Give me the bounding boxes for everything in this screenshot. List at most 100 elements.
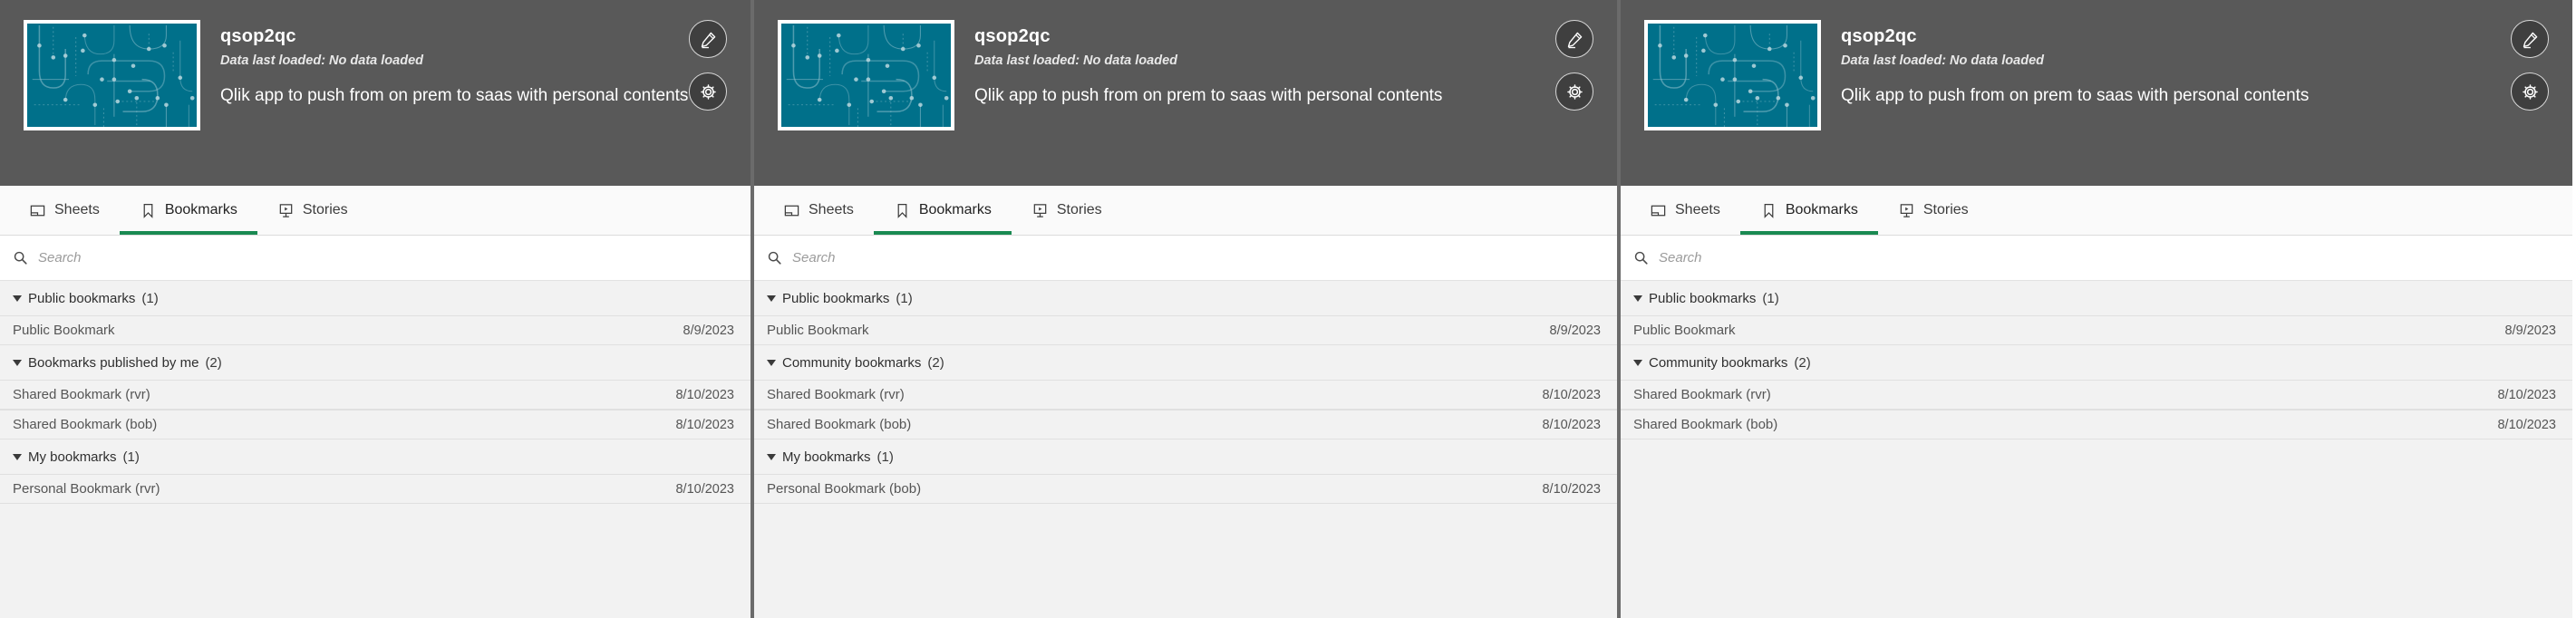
bookmark-group-header[interactable]: Community bookmarks (2) — [754, 345, 1617, 380]
header-actions — [689, 20, 727, 111]
bookmark-name: Personal Bookmark (rvr) — [13, 481, 160, 497]
bookmark-group-title: Community bookmarks — [782, 354, 922, 371]
search-input[interactable] — [792, 250, 1473, 266]
bookmark-date: 8/10/2023 — [675, 417, 734, 432]
bookmark-group-header[interactable]: My bookmarks (1) — [754, 439, 1617, 474]
gear-icon — [700, 83, 716, 100]
bookmark-row[interactable]: Personal Bookmark (bob) 8/10/2023 — [754, 474, 1617, 504]
tab-bookmarks[interactable]: Bookmarks — [873, 186, 1012, 235]
tab-stories[interactable]: Stories — [1878, 186, 1989, 235]
edit-app-button[interactable] — [2511, 20, 2549, 58]
tab-bookmarks[interactable]: Bookmarks — [119, 186, 257, 235]
search-input[interactable] — [38, 250, 629, 266]
edit-app-button[interactable] — [1555, 20, 1593, 58]
tab-label: Stories — [1056, 202, 1102, 217]
tab-stories[interactable]: Stories — [1012, 186, 1122, 235]
tab-underline — [1630, 231, 1740, 235]
app-data-status: Data last loaded: No data loaded — [974, 53, 1177, 68]
search-row — [1621, 236, 2572, 281]
tab-underline — [119, 231, 257, 235]
caret-down-icon — [1633, 295, 1642, 302]
caret-down-icon — [13, 359, 22, 366]
bookmark-name: Shared Bookmark (rvr) — [1633, 387, 1771, 402]
app-options-button[interactable] — [689, 72, 727, 111]
app-options-button[interactable] — [2511, 72, 2549, 111]
tab-bar: Sheets Bookmarks Stories — [754, 186, 1617, 236]
bookmark-row[interactable]: Shared Bookmark (rvr) 8/10/2023 — [0, 380, 751, 410]
tab-sheets[interactable]: Sheets — [9, 186, 120, 235]
caret-down-icon — [13, 295, 22, 302]
three-panel-comparison: qsop2qc Data last loaded: No data loaded Q… — [0, 0, 2576, 618]
search-row — [0, 236, 751, 281]
bookmark-list: Public bookmarks (1) Public Bookmark 8/9/20… — [0, 281, 751, 618]
bookmark-group-header[interactable]: My bookmarks (1) — [0, 439, 751, 474]
bookmark-date: 8/10/2023 — [675, 481, 734, 497]
app-description: Qlik app to push from on prem to saas wi… — [1841, 86, 2310, 105]
bookmark-group-title: Community bookmarks — [1649, 354, 1788, 371]
app-thumbnail[interactable] — [1644, 20, 1821, 130]
bookmark-date: 8/10/2023 — [2497, 417, 2556, 432]
bookmark-list: Public bookmarks (1) Public Bookmark 8/9/20… — [1621, 281, 2572, 618]
bookmark-group-header[interactable]: Public bookmarks (1) — [1621, 281, 2572, 315]
tab-underline — [763, 231, 874, 235]
header-actions — [1555, 20, 1593, 111]
gear-icon — [2522, 83, 2538, 100]
bookmark-group-header[interactable]: Bookmarks published by me (2) — [0, 345, 751, 380]
tab-bar: Sheets Bookmarks Stories — [1621, 186, 2572, 236]
tab-sheets[interactable]: Sheets — [763, 186, 874, 235]
tab-sheets[interactable]: Sheets — [1630, 186, 1740, 235]
search-input[interactable] — [1659, 250, 2410, 266]
bookmark-row[interactable]: Public Bookmark 8/9/2023 — [0, 315, 751, 345]
panel-1: qsop2qc Data last loaded: No data loaded Q… — [0, 0, 751, 618]
bookmark-group-header[interactable]: Community bookmarks (2) — [1621, 345, 2572, 380]
bookmark-name: Shared Bookmark (bob) — [767, 417, 912, 432]
bookmark-row[interactable]: Shared Bookmark (bob) 8/10/2023 — [754, 410, 1617, 439]
bookmark-group-header[interactable]: Public bookmarks (1) — [754, 281, 1617, 315]
bookmark-row[interactable]: Shared Bookmark (rvr) 8/10/2023 — [754, 380, 1617, 410]
tab-underline — [257, 231, 368, 235]
bookmark-row[interactable]: Public Bookmark 8/9/2023 — [754, 315, 1617, 345]
tab-label: Sheets — [1675, 202, 1720, 217]
bookmark-icon — [897, 203, 907, 218]
bookmark-row[interactable]: Shared Bookmark (bob) 8/10/2023 — [0, 410, 751, 439]
bookmark-group-title: Public bookmarks — [782, 290, 890, 306]
caret-down-icon — [767, 359, 776, 366]
app-data-status: Data last loaded: No data loaded — [220, 53, 423, 68]
app-meta: qsop2qc Data last loaded: No data loaded Q… — [220, 20, 751, 108]
app-description: Qlik app to push from on prem to saas wi… — [220, 86, 689, 105]
bookmark-group-count: (1) — [876, 449, 894, 465]
app-title: qsop2qc — [974, 26, 1051, 46]
search-icon — [14, 251, 27, 265]
search-icon — [1634, 251, 1648, 265]
bookmark-group-count: (1) — [122, 449, 140, 465]
caret-down-icon — [767, 295, 776, 302]
bookmark-row[interactable]: Shared Bookmark (bob) 8/10/2023 — [1621, 410, 2572, 439]
bookmark-row[interactable]: Shared Bookmark (rvr) 8/10/2023 — [1621, 380, 2572, 410]
tab-label: Stories — [302, 202, 348, 217]
app-options-button[interactable] — [1555, 72, 1593, 111]
app-thumbnail-artwork — [1648, 24, 1817, 127]
app-thumbnail[interactable] — [778, 20, 954, 130]
gear-icon — [1566, 83, 1583, 100]
bookmark-row[interactable]: Public Bookmark 8/9/2023 — [1621, 315, 2572, 345]
bookmark-row[interactable]: Personal Bookmark (rvr) 8/10/2023 — [0, 474, 751, 504]
bookmark-icon — [143, 203, 153, 218]
tab-bookmarks[interactable]: Bookmarks — [1739, 186, 1878, 235]
search-row — [754, 236, 1617, 281]
pencil-icon — [1567, 32, 1582, 48]
app-header: qsop2qc Data last loaded: No data loaded Q… — [0, 0, 751, 186]
header-actions — [2511, 20, 2549, 111]
app-thumbnail[interactable] — [24, 20, 200, 130]
tab-stories[interactable]: Stories — [257, 186, 368, 235]
story-icon — [1900, 203, 1913, 217]
bookmark-group-title: Bookmarks published by me — [28, 354, 199, 371]
bookmark-group-title: Public bookmarks — [28, 290, 136, 306]
bookmark-group-header[interactable]: Public bookmarks (1) — [0, 281, 751, 315]
edit-app-button[interactable] — [689, 20, 727, 58]
tab-label: Sheets — [54, 202, 100, 217]
panel-2: qsop2qc Data last loaded: No data loaded Q… — [754, 0, 1617, 618]
bookmark-group-count: (1) — [1762, 290, 1779, 306]
bookmark-group-count: (2) — [1794, 354, 1811, 371]
caret-down-icon — [1633, 359, 1642, 366]
search-icon — [768, 251, 781, 265]
